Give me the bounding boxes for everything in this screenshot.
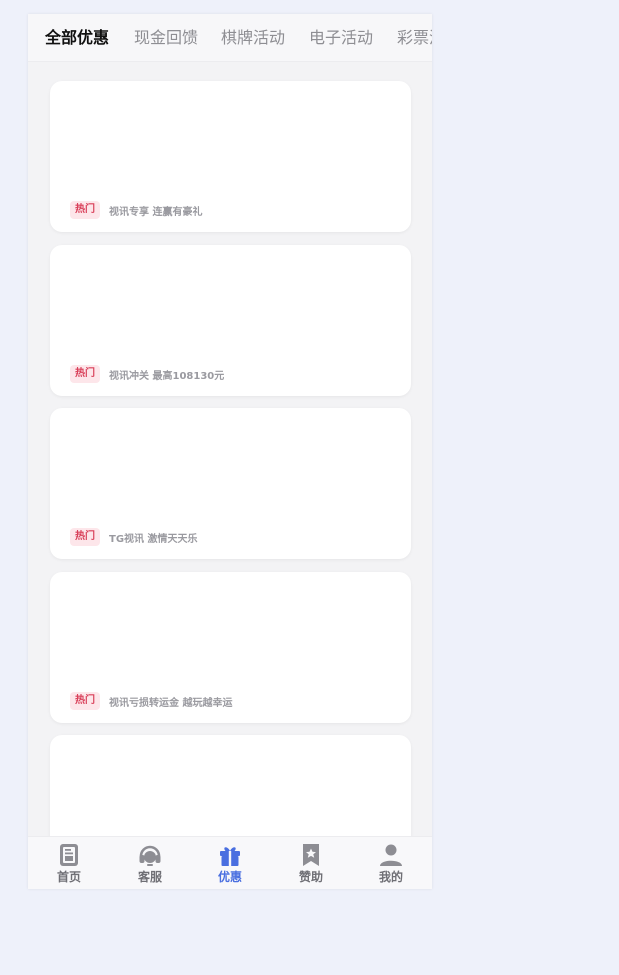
bottom-nav: 首页 客服 优惠 赞助 我的: [28, 836, 432, 889]
promo-card[interactable]: 热门 视讯冲关 最高108130元: [50, 245, 411, 396]
hot-badge: 热门: [70, 201, 100, 219]
promo-caption: 热门 TG视讯 激情天天乐: [70, 528, 198, 546]
gift-icon: [220, 847, 240, 866]
nav-sponsor[interactable]: 赞助: [281, 842, 341, 888]
nav-label: 首页: [56, 870, 81, 884]
promo-caption: 热门 视讯专享 连赢有豪礼: [70, 201, 202, 219]
hot-badge: 热门: [70, 365, 100, 383]
tab-card-games[interactable]: 棋牌活动: [221, 27, 285, 49]
tab-electronic[interactable]: 电子活动: [309, 27, 373, 49]
promo-caption: 热门 视讯冲关 最高108130元: [70, 365, 224, 383]
promo-list: 热门 视讯专享 连赢有豪礼 热门 视讯冲关 最高108130元 热门 TG视讯 …: [28, 62, 432, 836]
nav-label: 客服: [137, 870, 162, 884]
promo-card[interactable]: 热门 视讯亏损转运金 越玩越幸运: [50, 572, 411, 723]
promo-title: 视讯冲关 最高108130元: [109, 370, 225, 382]
bookmark-star-icon: [303, 844, 319, 866]
nav-home[interactable]: 首页: [39, 842, 99, 888]
promo-title: TG视讯 激情天天乐: [109, 533, 198, 545]
promo-card[interactable]: 热门 TG视讯 激情天天乐: [50, 408, 411, 559]
nav-support[interactable]: 客服: [120, 842, 180, 888]
promo-card[interactable]: [50, 735, 411, 836]
nav-label: 优惠: [217, 870, 242, 884]
promo-caption: 热门 视讯亏损转运金 越玩越幸运: [70, 692, 232, 710]
tab-cash-rebate[interactable]: 现金回馈: [134, 27, 198, 49]
nav-label: 我的: [378, 870, 403, 884]
tab-lottery[interactable]: 彩票活动: [397, 27, 432, 49]
promo-title: 视讯专享 连赢有豪礼: [109, 206, 203, 218]
nav-label: 赞助: [298, 870, 323, 884]
headset-icon: [139, 845, 161, 866]
hot-badge: 热门: [70, 528, 100, 546]
nav-profile[interactable]: 我的: [361, 842, 421, 888]
promo-card[interactable]: 热门 视讯专享 连赢有豪礼: [50, 81, 411, 232]
hot-badge: 热门: [70, 692, 100, 710]
tab-all-offers[interactable]: 全部优惠: [45, 27, 109, 49]
app-screen: 全部优惠 现金回馈 棋牌活动 电子活动 彩票活动 热门 视讯专享 连赢有豪礼 热…: [28, 14, 432, 889]
user-icon: [380, 844, 402, 866]
category-tabs: 全部优惠 现金回馈 棋牌活动 电子活动 彩票活动: [28, 14, 432, 62]
nav-offers[interactable]: 优惠: [200, 842, 260, 888]
promo-title: 视讯亏损转运金 越玩越幸运: [109, 697, 233, 709]
home-icon: [60, 844, 78, 866]
